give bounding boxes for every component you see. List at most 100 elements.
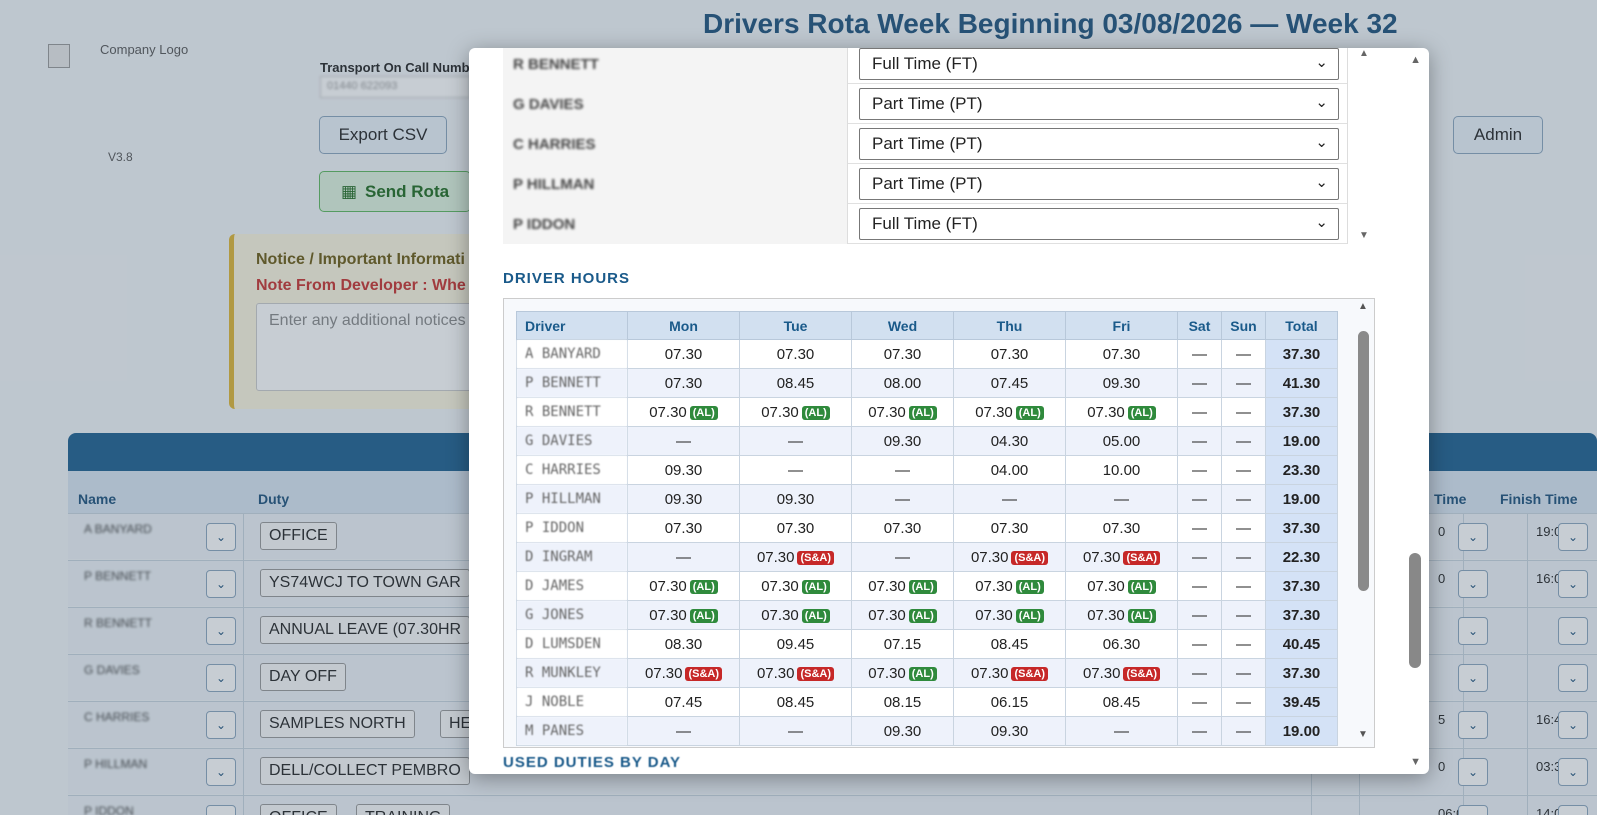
hours-cell: — (1221, 716, 1266, 746)
hours-value: — (895, 461, 910, 479)
contract-driver-cell: G DAVIES (503, 84, 848, 124)
hours-cell: 08.45 (1065, 687, 1178, 717)
hours-value: — (676, 432, 691, 450)
annual-leave-badge: (AL) (1015, 608, 1044, 623)
hours-cell: — (1177, 368, 1222, 398)
hours-cell: 07.30 (S&A) (1065, 658, 1178, 688)
hours-value: 07.30 (970, 664, 1009, 682)
hours-col-header: Thu (953, 311, 1066, 340)
contract-type-select[interactable]: Part Time (PT) ⌄ (859, 88, 1339, 120)
hours-cell: — (1177, 484, 1222, 514)
annual-leave-badge: (AL) (1015, 405, 1044, 420)
driver-hours-scrollbar[interactable]: ▲ ▼ (1356, 301, 1370, 745)
contract-type-value: Full Time (FT) (872, 54, 978, 73)
modal-scroll-up-icon[interactable]: ▲ (1410, 54, 1421, 66)
hours-cell: 07.30 (AL) (851, 658, 954, 688)
hours-cell: 07.30 (851, 513, 954, 543)
contract-type-select[interactable]: Part Time (PT) ⌄ (859, 168, 1339, 200)
hours-value: 07.30 (756, 664, 795, 682)
hours-cell: 07.30 (AL) (739, 397, 852, 427)
hours-value: — (1192, 664, 1207, 682)
hours-cell: — (1221, 600, 1266, 630)
hours-value: — (1114, 722, 1129, 740)
scrollbar-thumb[interactable] (1358, 331, 1369, 591)
contract-driver-cell: P IDDON (503, 204, 848, 244)
contract-type-select[interactable]: Part Time (PT) ⌄ (859, 128, 1339, 160)
hours-value: — (1236, 374, 1251, 392)
hours-row: C HARRIES 09.30 — — 04.00 10.00 — — 23.30 (516, 455, 1338, 485)
hours-value: 09.30 (990, 722, 1029, 740)
scroll-up-icon[interactable]: ▲ (1358, 301, 1368, 312)
hours-value: — (1192, 606, 1207, 624)
hours-total: 41.30 (1265, 368, 1338, 398)
hours-cell: 07.30 (AL) (739, 571, 852, 601)
contract-type-select[interactable]: Full Time (FT) ⌄ (859, 208, 1339, 240)
hours-value: 07.30 (975, 403, 1013, 421)
hours-value: — (1236, 519, 1251, 537)
hours-cell: — (953, 484, 1066, 514)
annual-leave-badge: (AL) (689, 579, 718, 594)
contract-scroll-up-icon[interactable]: ▲ (1359, 48, 1369, 59)
hours-cell: 07.30 (739, 513, 852, 543)
hours-value: 09.30 (883, 722, 922, 740)
hours-value: 07.30 (756, 548, 795, 566)
hours-value: — (1236, 577, 1251, 595)
driver-hours-panel: Driver Mon Tue Wed Thu Fri Sat Sun Total A BANYA… (503, 298, 1375, 748)
hours-row: R BENNETT 07.30 (AL) 07.30 (AL) 07.30 (AL) 07.3… (516, 397, 1338, 427)
contract-row: R BENNETT Full Time (FT) ⌄ (503, 48, 1347, 84)
hours-cell: 07.30 (AL) (953, 600, 1066, 630)
modal-scroll-down-icon[interactable]: ▼ (1410, 756, 1421, 768)
hours-driver-name: P BENNETT (516, 368, 628, 398)
hours-value: — (676, 548, 691, 566)
hours-cell: — (739, 716, 852, 746)
hours-value: — (1192, 548, 1207, 566)
hours-cell: 07.30 (AL) (1065, 600, 1178, 630)
hours-driver-name: G JONES (516, 600, 628, 630)
hours-value: — (895, 490, 910, 508)
contract-scroll-down-icon[interactable]: ▼ (1359, 230, 1369, 241)
hours-driver-name: P HILLMAN (516, 484, 628, 514)
hours-value: 07.30 (1087, 403, 1125, 421)
hours-value: 07.30 (1102, 519, 1141, 537)
hours-cell: 07.30 (AL) (851, 571, 954, 601)
scroll-down-icon[interactable]: ▼ (1358, 729, 1368, 740)
hours-value: 08.45 (776, 693, 815, 711)
hours-row: G JONES 07.30 (AL) 07.30 (AL) 07.30 (AL) 07.30(… (516, 600, 1338, 630)
hours-value: — (1236, 635, 1251, 653)
hours-value: — (788, 722, 803, 740)
hours-total: 37.30 (1265, 658, 1338, 688)
hours-value: 06.15 (990, 693, 1029, 711)
hours-col-header: Driver (516, 311, 628, 340)
sick-absence-badge: (S&A) (685, 666, 723, 681)
annual-leave-badge: (AL) (689, 608, 718, 623)
hours-cell: 09.30 (1065, 368, 1178, 398)
hours-value: 08.00 (883, 374, 922, 392)
hours-value: 07.30 (868, 664, 906, 682)
driver-hours-modal: R BENNETT Full Time (FT) ⌄ G DAVIES Part Tim… (469, 48, 1429, 774)
hours-cell: 07.30 (953, 339, 1066, 369)
modal-scrollbar-thumb[interactable] (1409, 553, 1421, 668)
chevron-down-icon: ⌄ (1315, 94, 1328, 111)
contract-row: P IDDON Full Time (FT) ⌄ (503, 204, 1347, 244)
hours-cell: 07.30 (S&A) (739, 658, 852, 688)
hours-cell: — (1221, 484, 1266, 514)
hours-cell: — (851, 484, 954, 514)
used-duties-title: USED DUTIES BY DAY (503, 754, 682, 771)
hours-value: — (895, 548, 910, 566)
hours-cell: 07.30 (S&A) (1065, 542, 1178, 572)
contract-driver-name: G DAVIES (513, 96, 584, 113)
hours-cell: — (1065, 484, 1178, 514)
hours-cell: 08.00 (851, 368, 954, 398)
hours-value: 07.30 (975, 606, 1013, 624)
hours-value: 07.30 (868, 577, 906, 595)
contract-driver-name: C HARRIES (513, 136, 596, 153)
annual-leave-badge: (AL) (801, 579, 830, 594)
hours-cell: — (1221, 687, 1266, 717)
hours-driver-name: M PANES (516, 716, 628, 746)
driver-hours-table: Driver Mon Tue Wed Thu Fri Sat Sun Total A BANYA… (516, 311, 1338, 746)
hours-cell: 07.30 (S&A) (739, 542, 852, 572)
hours-value: 07.30 (776, 519, 815, 537)
contract-type-select[interactable]: Full Time (FT) ⌄ (859, 48, 1339, 80)
hours-driver-name: A BANYARD (516, 339, 628, 369)
hours-value: 07.30 (776, 345, 815, 363)
